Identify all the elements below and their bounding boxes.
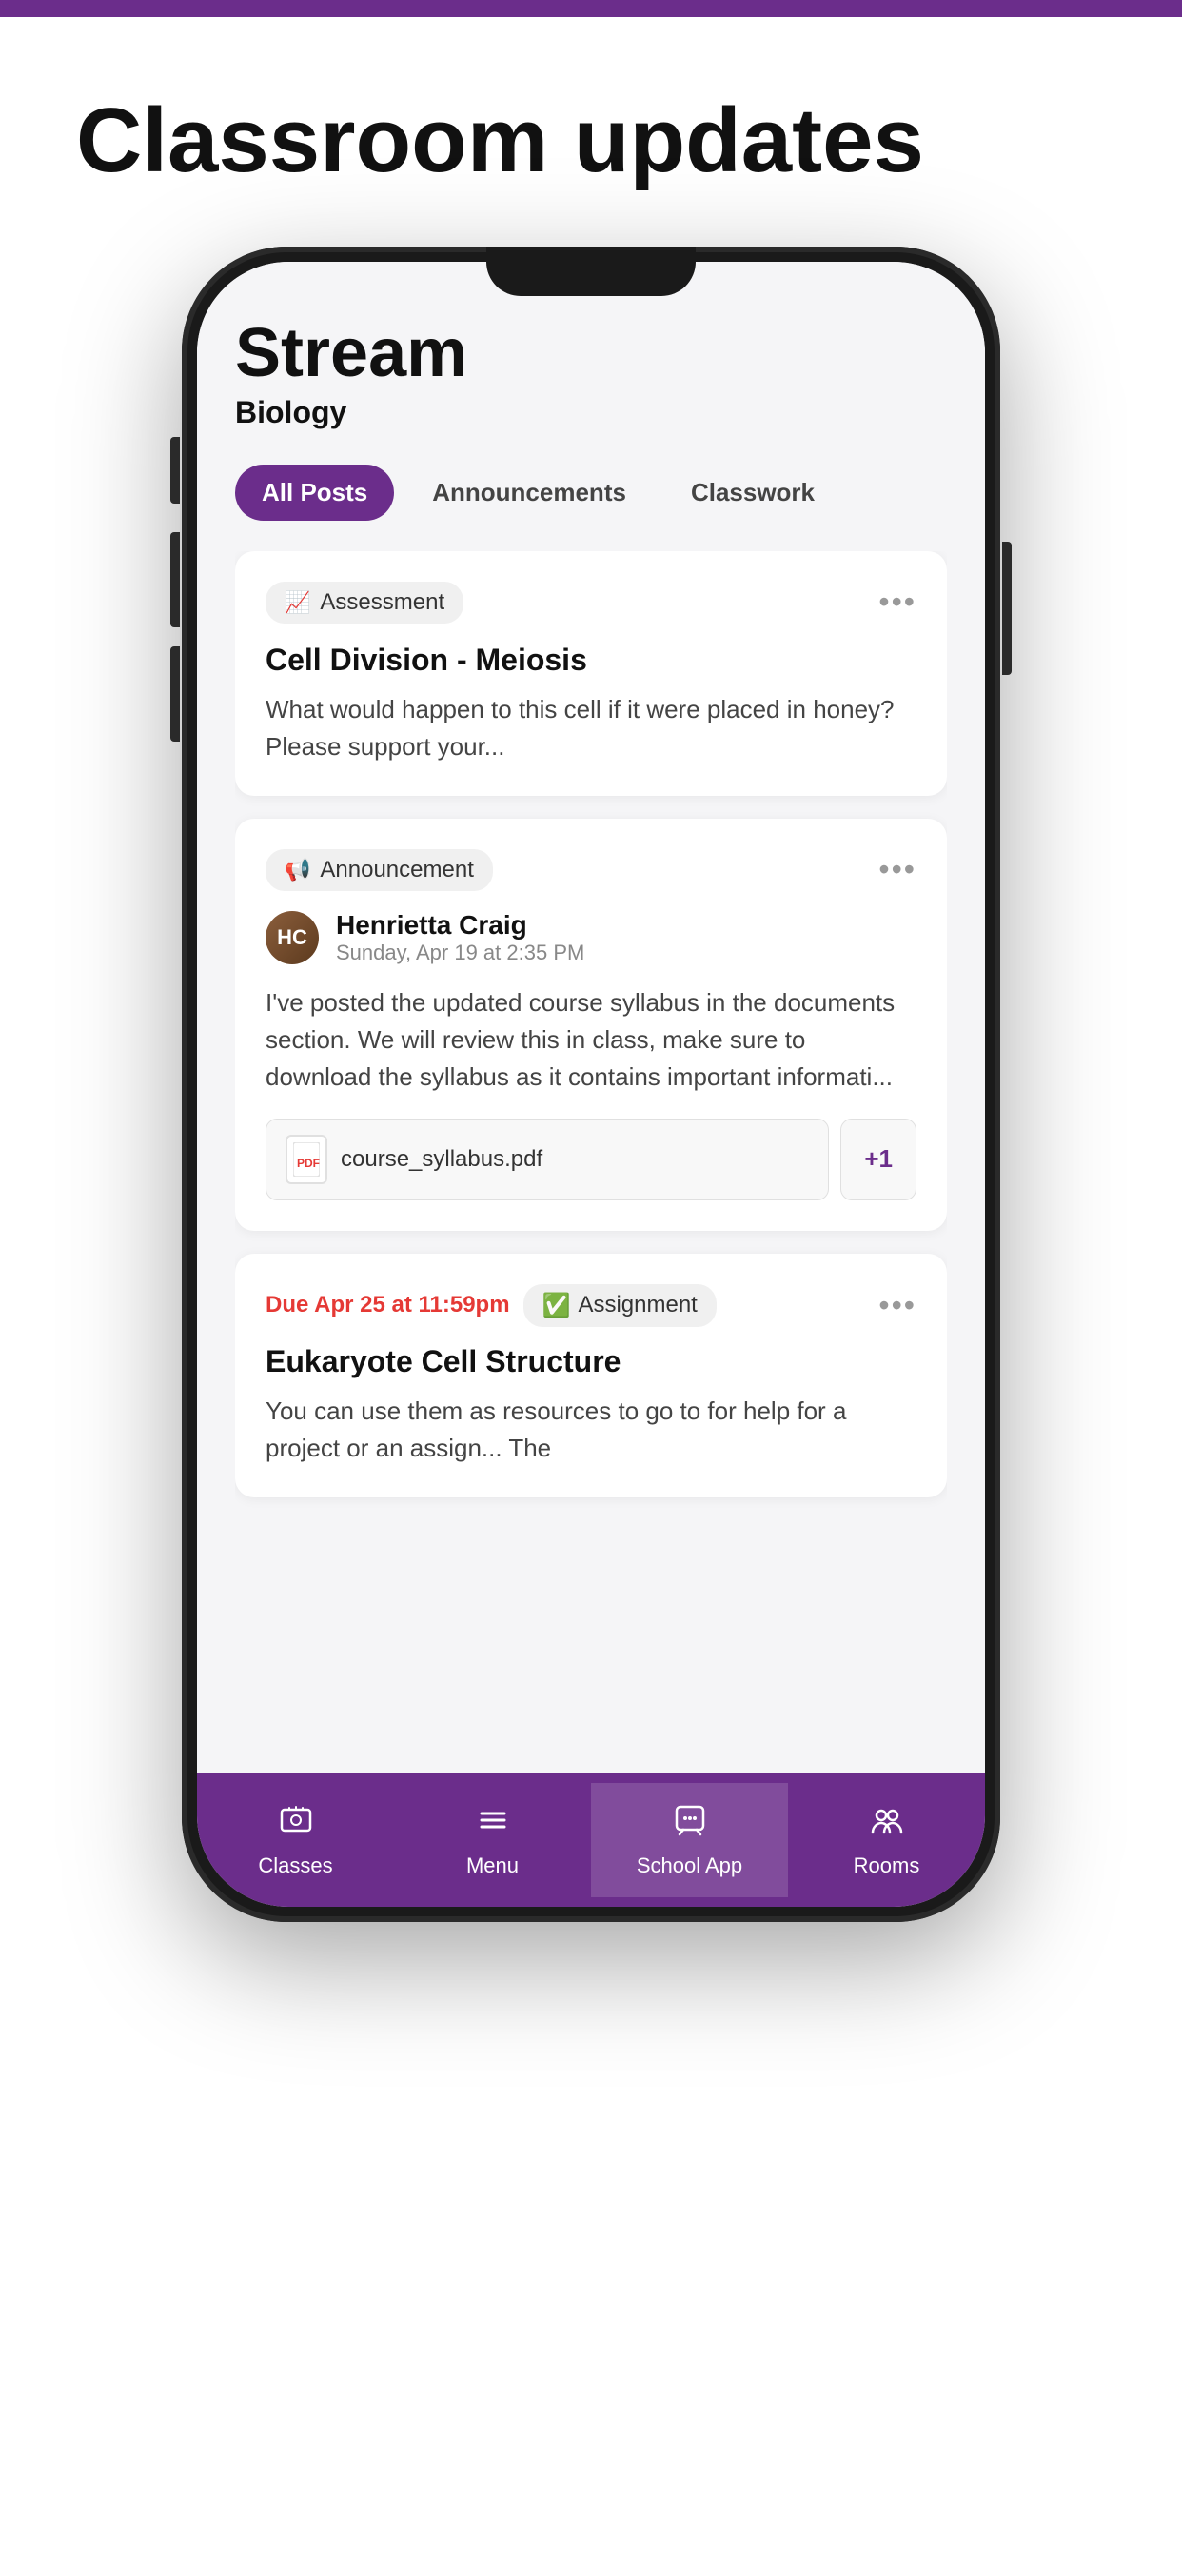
svg-text:PDF: PDF — [297, 1157, 320, 1170]
avatar: HC — [266, 911, 319, 964]
post-card-assessment[interactable]: 📈 Assessment ••• Cell Division - Meiosis… — [235, 551, 947, 796]
assignment-body: You can use them as resources to go to f… — [266, 1393, 916, 1467]
assignment-card-header: Due Apr 25 at 11:59pm ✅ Assignment ••• — [266, 1284, 916, 1327]
author-name: Henrietta Craig — [336, 910, 584, 941]
phone-button-power — [1002, 542, 1012, 675]
posts-area: 📈 Assessment ••• Cell Division - Meiosis… — [235, 551, 947, 1520]
post-assessment-title: Cell Division - Meiosis — [266, 643, 916, 678]
post-card-assessment-header: 📈 Assessment ••• — [266, 582, 916, 624]
assignment-header-left: Due Apr 25 at 11:59pm ✅ Assignment — [266, 1284, 717, 1327]
tab-all-posts[interactable]: All Posts — [235, 465, 394, 521]
announcement-body: I've posted the updated course syllabus … — [266, 984, 916, 1096]
screen-content: Stream Biology All Posts Announcements C… — [197, 262, 985, 1773]
page-title: Classroom updates — [0, 17, 1182, 247]
attachment-row: PDF course_syllabus.pdf +1 — [266, 1119, 916, 1200]
nav-item-classes[interactable]: Classes — [197, 1783, 394, 1897]
post-more-button[interactable]: ••• — [878, 585, 916, 620]
pdf-icon: PDF — [286, 1135, 327, 1184]
nav-label-school-app: School App — [637, 1853, 742, 1878]
attachment-more-button[interactable]: +1 — [840, 1119, 916, 1200]
nav-item-school-app[interactable]: School App — [591, 1783, 788, 1897]
post-card-announcement[interactable]: 📢 Announcement ••• HC Henrietta Craig Su… — [235, 819, 947, 1231]
classes-icon — [278, 1802, 314, 1848]
stream-subtitle: Biology — [235, 395, 947, 430]
nav-label-menu: Menu — [466, 1853, 519, 1878]
assignment-tag: ✅ Assignment — [523, 1284, 717, 1327]
author-date: Sunday, Apr 19 at 2:35 PM — [336, 941, 584, 965]
phone-button-volume-down — [170, 646, 180, 742]
stream-title: Stream — [235, 319, 947, 387]
nav-item-menu[interactable]: Menu — [394, 1783, 591, 1897]
pdf-filename: course_syllabus.pdf — [341, 1146, 542, 1173]
assignment-title: Eukaryote Cell Structure — [266, 1344, 916, 1379]
bottom-decoration — [0, 2290, 1182, 2576]
nav-item-rooms[interactable]: Rooms — [788, 1783, 985, 1897]
phone-notch — [486, 247, 696, 296]
tab-bar: All Posts Announcements Classwork — [235, 465, 947, 521]
bottom-yellow-left — [0, 2462, 190, 2576]
phone-button-volume-up — [170, 532, 180, 627]
assessment-tag: 📈 Assessment — [266, 582, 463, 624]
announcement-icon: 📢 — [285, 858, 310, 882]
rooms-icon — [869, 1802, 905, 1848]
nav-label-rooms: Rooms — [854, 1853, 920, 1878]
phone-mockup: Stream Biology All Posts Announcements C… — [182, 247, 1000, 1922]
tab-classwork[interactable]: Classwork — [664, 465, 841, 521]
assignment-more-button[interactable]: ••• — [878, 1288, 916, 1323]
assessment-icon: 📈 — [285, 590, 310, 615]
bottom-nav: Classes Menu — [197, 1773, 985, 1907]
tab-announcements[interactable]: Announcements — [405, 465, 653, 521]
bottom-purple-bar — [0, 2348, 1182, 2576]
nav-label-classes: Classes — [258, 1853, 332, 1878]
phone-button-mute — [170, 437, 180, 504]
announcement-tag: 📢 Announcement — [266, 849, 493, 891]
post-assessment-body: What would happen to this cell if it wer… — [266, 691, 916, 765]
page-background: Classroom updates Stream Biology — [0, 17, 1182, 2576]
phone-screen: Stream Biology All Posts Announcements C… — [197, 262, 985, 1907]
announcement-more-button[interactable]: ••• — [878, 852, 916, 887]
due-date: Due Apr 25 at 11:59pm — [266, 1292, 510, 1318]
author-info: Henrietta Craig Sunday, Apr 19 at 2:35 P… — [336, 910, 584, 965]
announcement-author: HC Henrietta Craig Sunday, Apr 19 at 2:3… — [266, 910, 916, 965]
assignment-icon: ✅ — [542, 1292, 571, 1319]
pdf-attachment[interactable]: PDF course_syllabus.pdf — [266, 1119, 829, 1200]
post-card-announcement-header: 📢 Announcement ••• — [266, 849, 916, 891]
post-card-assignment[interactable]: Due Apr 25 at 11:59pm ✅ Assignment ••• E… — [235, 1254, 947, 1497]
phone-frame: Stream Biology All Posts Announcements C… — [182, 247, 1000, 1922]
bottom-yellow-right — [944, 2386, 1182, 2519]
school-app-icon — [672, 1802, 708, 1848]
menu-icon — [475, 1802, 511, 1848]
top-bar — [0, 0, 1182, 17]
